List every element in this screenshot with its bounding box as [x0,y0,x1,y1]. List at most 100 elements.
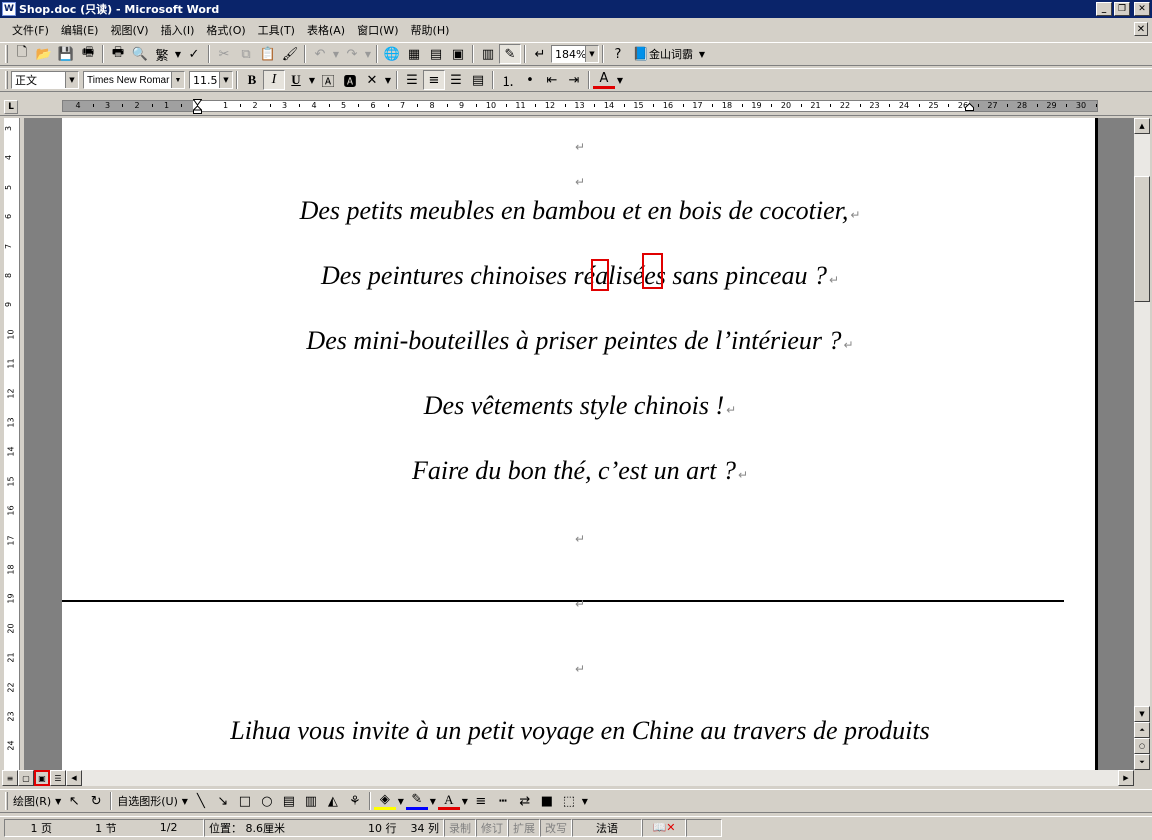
autoshapes-button[interactable]: 自选图形(U) [115,793,180,809]
show-hide-marks-icon[interactable]: ↵ [529,44,551,64]
line-color-icon[interactable]: ✎ [405,792,428,810]
menu-insert[interactable]: 插入(I) [155,20,201,40]
paragraph-2[interactable]: Des peintures chinoises réalisées sans p… [62,261,1098,291]
insert-excel-icon[interactable]: ▣ [447,44,469,64]
vertical-textbox-icon[interactable]: ▥ [300,791,322,811]
close-button[interactable]: ✕ [1134,2,1150,16]
next-page-icon[interactable]: ⏷ [1134,754,1150,770]
traditional-chinese-icon[interactable]: 繁 [151,44,173,64]
chevron-down-icon[interactable]: ▼ [585,46,598,62]
jinshan-button[interactable]: 📘 金山词霸 [629,44,697,64]
document-page[interactable]: ↵ ↵ Des petits meubles en bambou et en b… [62,118,1098,770]
underline-button[interactable]: U [285,70,307,90]
paragraph-6[interactable]: Lihua vous invite à un petit voyage en C… [62,716,1098,746]
chevron-down-icon[interactable]: ▼ [697,44,707,64]
spelling-status-icon[interactable]: 📖✕ [642,818,686,837]
undo-icon[interactable]: ↶ [309,44,331,64]
char-shading-icon[interactable]: 🅰 [339,70,361,90]
status-rec[interactable]: 录制 [444,818,476,837]
font-color-button[interactable]: A [593,71,615,89]
toolbar-grip[interactable] [5,45,8,63]
menu-format[interactable]: 格式(O) [200,20,251,40]
chevron-down-icon[interactable]: ▼ [383,70,393,90]
fill-color-icon[interactable]: ◈ [373,792,396,810]
chevron-down-icon[interactable]: ▼ [460,791,470,811]
menu-window[interactable]: 窗口(W) [351,20,404,40]
menu-file[interactable]: 文件(F) [6,20,55,40]
chevron-down-icon[interactable]: ▼ [173,44,183,64]
permission-icon[interactable]: 🖷 [77,44,99,64]
wordart-icon[interactable]: ◭ [322,791,344,811]
document-close-button[interactable]: ✕ [1134,22,1148,36]
columns-icon[interactable]: ▥ [477,44,499,64]
chevron-down-icon[interactable]: ▼ [396,791,406,811]
char-scale-icon[interactable]: ✕ [361,70,383,90]
previous-page-icon[interactable]: ⏶ [1134,722,1150,738]
format-painter-icon[interactable]: 🖌 [279,44,301,64]
scroll-right-icon[interactable]: ▶ [1118,770,1134,786]
chevron-down-icon[interactable]: ▼ [180,791,190,811]
menu-help[interactable]: 帮助(H) [405,20,456,40]
distribute-icon[interactable]: ▤ [467,70,489,90]
style-combo[interactable]: 正文 ▼ [11,71,79,89]
scroll-thumb[interactable] [1134,176,1150,302]
save-icon[interactable]: 💾 [55,44,77,64]
oval-icon[interactable]: ○ [256,791,278,811]
right-indent-marker-icon[interactable] [965,103,974,111]
italic-button[interactable]: I [263,70,285,90]
redo-icon[interactable]: ↷ [341,44,363,64]
chevron-down-icon[interactable]: ▼ [580,791,590,811]
indent-marker-icon[interactable] [193,99,202,114]
scroll-left-icon[interactable]: ◀ [66,770,82,786]
toolbar-grip[interactable] [5,792,8,810]
normal-view-icon[interactable]: ≡ [2,770,18,786]
menu-tools[interactable]: 工具(T) [252,20,301,40]
align-right-icon[interactable]: ☰ [445,70,467,90]
menu-view[interactable]: 视图(V) [104,20,154,40]
chevron-down-icon[interactable]: ▼ [428,791,438,811]
vertical-scrollbar[interactable]: ▲ ▼ ⏶ ○ ⏷ [1134,118,1150,770]
bullets-icon[interactable]: • [519,70,541,90]
dash-style-icon[interactable]: ┅ [492,791,514,811]
tab-selector[interactable]: L [4,100,18,114]
title-bar[interactable]: W Shop.doc (只读) - Microsoft Word _ ❐ ✕ [0,0,1152,18]
web-view-icon[interactable]: ▢ [18,770,34,786]
insert-table-icon[interactable]: ▤ [425,44,447,64]
vertical-ruler[interactable]: 345678910111213141516171819202122232425 [4,118,20,780]
tables-borders-icon[interactable]: ▦ [403,44,425,64]
select-pointer-icon[interactable]: ↖ [63,791,85,811]
status-language[interactable]: 法语 [572,818,642,837]
browse-object-icon[interactable]: ○ [1134,738,1150,754]
chevron-down-icon[interactable]: ▼ [171,72,184,88]
new-document-icon[interactable]: 🗋 [11,44,33,64]
chevron-down-icon[interactable]: ▼ [53,791,63,811]
textbox-icon[interactable]: ▤ [278,791,300,811]
status-trk[interactable]: 修订 [476,818,508,837]
print-preview-icon[interactable]: 🔍 [129,44,151,64]
minimize-button[interactable]: _ [1096,2,1112,16]
rectangle-icon[interactable]: □ [234,791,256,811]
font-color-icon[interactable]: A [437,792,460,810]
font-combo[interactable]: Times New Romar ▼ [83,71,185,89]
outline-view-icon[interactable]: ☰ [50,770,66,786]
toolbar-grip[interactable] [5,71,8,89]
menu-edit[interactable]: 编辑(E) [55,20,105,40]
draw-menu-button[interactable]: 绘图(R) [11,793,53,809]
copy-icon[interactable]: ⧉ [235,44,257,64]
print-icon[interactable]: 🖶 [107,44,129,64]
line-style-icon[interactable]: ≡ [470,791,492,811]
status-ovr[interactable]: 改写 [540,818,572,837]
paragraph-5[interactable]: Faire du bon thé, c’est un art ? ↵ [62,456,1098,486]
justify-icon[interactable]: ☰ [401,70,423,90]
horizontal-scrollbar[interactable]: ◀ ▶ [66,770,1134,786]
align-center-icon[interactable]: ≡ [423,70,445,90]
document-area[interactable]: ↵ ↵ Des petits meubles en bambou et en b… [24,118,1134,770]
restore-button[interactable]: ❐ [1114,2,1130,16]
numbering-icon[interactable]: ⒈ [497,70,519,90]
scroll-up-icon[interactable]: ▲ [1134,118,1150,134]
word-app-icon[interactable]: W [2,2,16,16]
chevron-down-icon[interactable]: ▼ [219,72,232,88]
status-ext[interactable]: 扩展 [508,818,540,837]
open-folder-icon[interactable]: 📂 [33,44,55,64]
paragraph-4[interactable]: Des vêtements style chinois ! ↵ [62,391,1098,421]
